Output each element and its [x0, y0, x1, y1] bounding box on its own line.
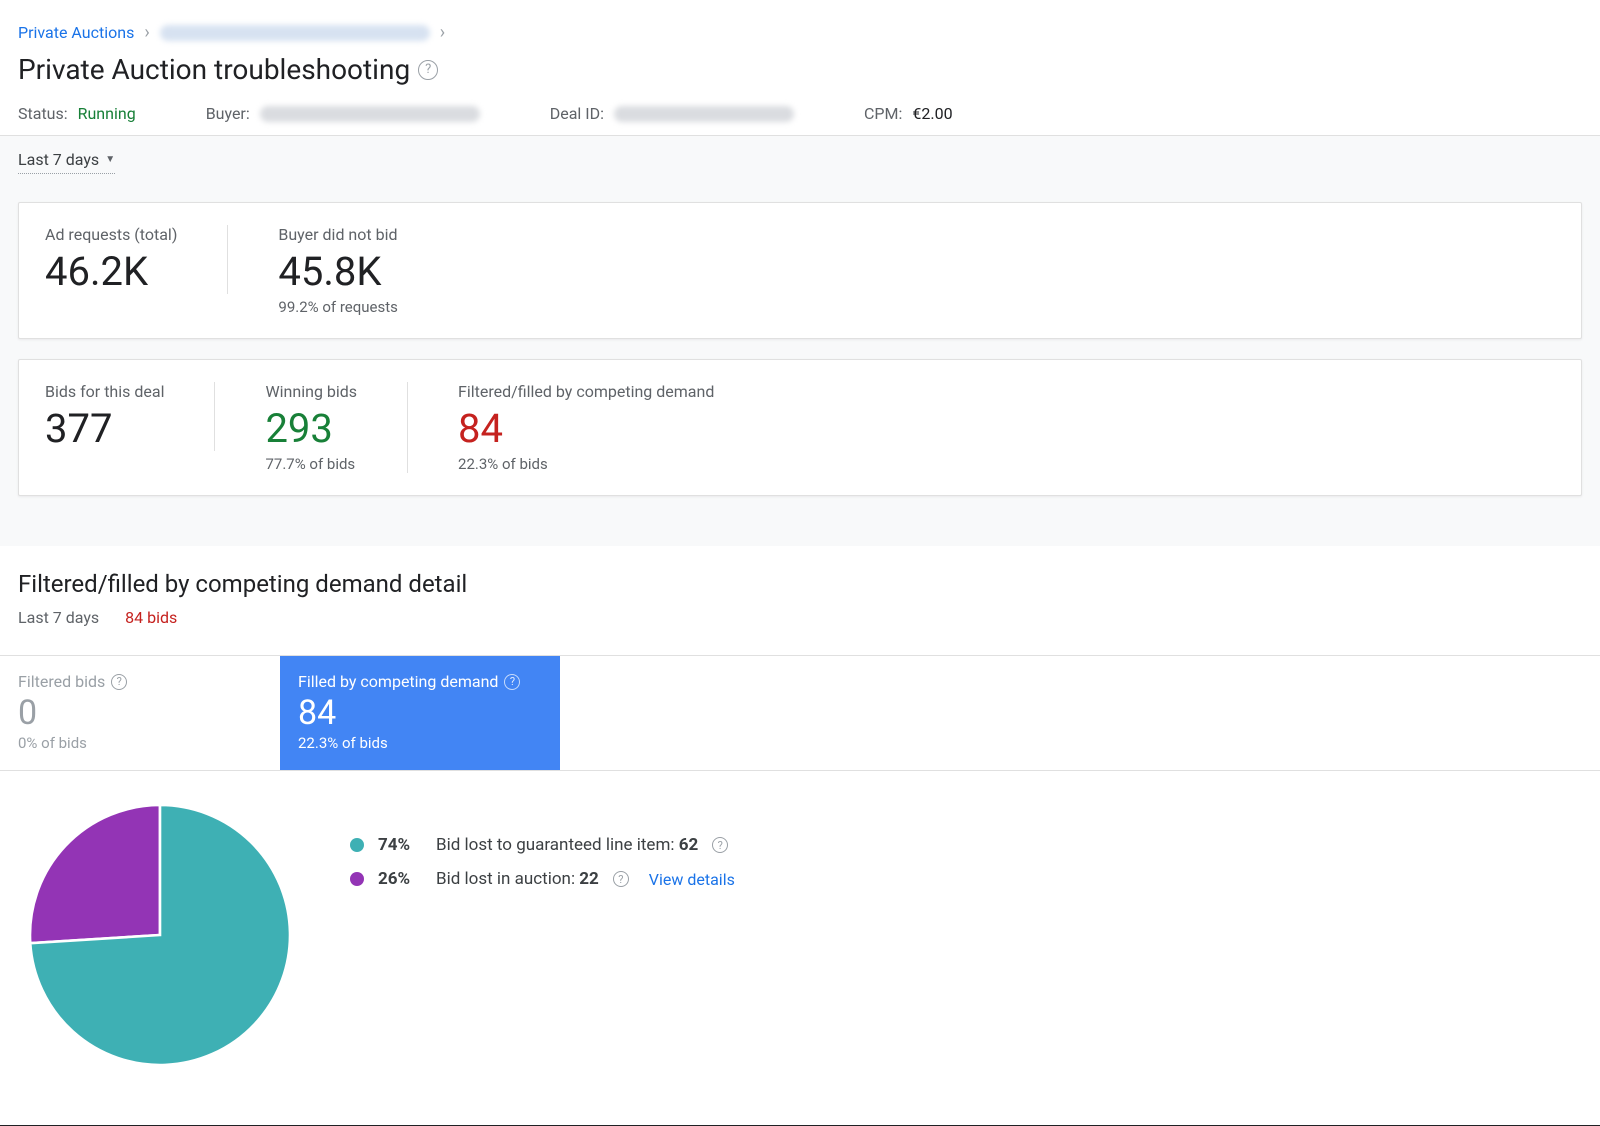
legend-row-guaranteed: 74% Bid lost to guaranteed line item: 62… — [350, 835, 735, 855]
buyer-label: Buyer: — [206, 104, 250, 123]
stat-value: 46.2K — [45, 250, 177, 294]
detail-title: Filtered/filled by competing demand deta… — [18, 570, 1582, 598]
swatch-icon — [350, 838, 364, 852]
status-value: Running — [78, 104, 136, 123]
page-title: Private Auction troubleshooting — [18, 53, 410, 86]
tab-label: Filled by competing demand — [298, 672, 498, 691]
legend-percent: 26% — [378, 869, 422, 889]
tab-sub: 0% of bids — [18, 734, 262, 752]
help-icon[interactable]: ? — [504, 674, 520, 690]
stat-label: Buyer did not bid — [278, 225, 397, 244]
legend-text: Bid lost to guaranteed line item: — [436, 835, 679, 855]
cpm-value: €2.00 — [912, 104, 952, 123]
swatch-icon — [350, 872, 364, 886]
detail-range: Last 7 days — [18, 608, 99, 627]
buyer-value-redacted — [260, 106, 480, 122]
date-range-selector[interactable]: Last 7 days ▼ — [18, 150, 115, 174]
cpm-label: CPM: — [864, 104, 902, 123]
stat-label: Ad requests (total) — [45, 225, 177, 244]
stat-label: Filtered/filled by competing demand — [458, 382, 714, 401]
tab-value: 0 — [18, 695, 262, 732]
deal-id-value-redacted — [614, 106, 794, 122]
status-label: Status: — [18, 104, 68, 123]
breadcrumb-root-link[interactable]: Private Auctions — [18, 23, 134, 42]
tab-filled-competing[interactable]: Filled by competing demand ? 84 22.3% of… — [280, 656, 560, 770]
help-icon[interactable]: ? — [613, 871, 629, 887]
stat-value: 377 — [45, 407, 164, 451]
chevron-right-icon: › — [144, 22, 149, 43]
deal-id-label: Deal ID: — [550, 104, 604, 123]
legend-percent: 74% — [378, 835, 422, 855]
stat-value: 293 — [265, 407, 357, 451]
breadcrumb: Private Auctions › › — [18, 22, 1582, 43]
chevron-right-icon: › — [440, 22, 445, 43]
caret-down-icon: ▼ — [105, 154, 115, 165]
stat-sub: 77.7% of bids — [265, 455, 357, 473]
view-details-link[interactable]: View details — [649, 870, 735, 889]
detail-tabs: Filtered bids ? 0 0% of bids Filled by c… — [0, 655, 1600, 771]
tab-value: 84 — [298, 695, 542, 732]
legend-count: 22 — [579, 869, 599, 889]
tab-sub: 22.3% of bids — [298, 734, 542, 752]
help-icon[interactable]: ? — [418, 60, 438, 80]
legend-row-auction: 26% Bid lost in auction: 22 ? View detai… — [350, 869, 735, 889]
stat-value: 45.8K — [278, 250, 397, 294]
detail-count: 84 bids — [125, 608, 177, 627]
pie-legend: 74% Bid lost to guaranteed line item: 62… — [350, 805, 735, 903]
breadcrumb-item-redacted[interactable] — [160, 25, 430, 41]
tab-label: Filtered bids — [18, 672, 105, 691]
pie-chart — [30, 805, 290, 1065]
legend-text: Bid lost in auction: — [436, 869, 579, 889]
help-icon[interactable]: ? — [712, 837, 728, 853]
card-bids: Bids for this deal 377 Winning bids 293 … — [18, 359, 1582, 496]
date-range-value: Last 7 days — [18, 150, 99, 169]
stat-sub: 99.2% of requests — [278, 298, 397, 316]
card-ad-requests: Ad requests (total) 46.2K Buyer did not … — [18, 202, 1582, 339]
help-icon[interactable]: ? — [111, 674, 127, 690]
tab-filtered-bids[interactable]: Filtered bids ? 0 0% of bids — [0, 656, 280, 770]
stat-label: Bids for this deal — [45, 382, 164, 401]
stat-value: 84 — [458, 407, 714, 451]
stat-sub: 22.3% of bids — [458, 455, 714, 473]
legend-count: 62 — [679, 835, 699, 855]
pie-slice-lost-auction — [30, 805, 160, 943]
stat-label: Winning bids — [265, 382, 357, 401]
